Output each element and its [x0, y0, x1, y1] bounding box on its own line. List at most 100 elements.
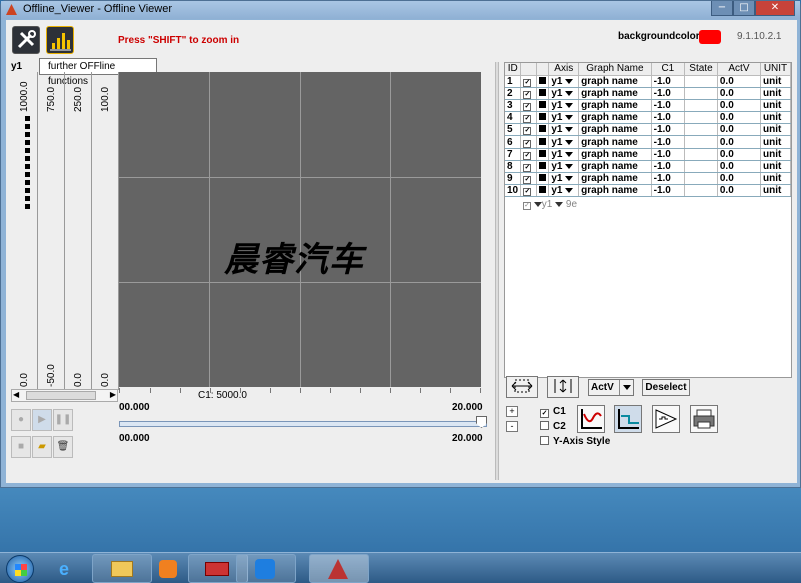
time-slider[interactable] [119, 421, 487, 427]
visible-checkbox[interactable]: ✓ [523, 115, 532, 124]
offline-functions-button[interactable] [46, 26, 74, 54]
table-row[interactable]: 4 ✓ y1 graph name -1.0 0.0 unit [505, 111, 791, 125]
deselect-button[interactable]: Deselect [642, 379, 690, 396]
expand-vertical-button[interactable] [547, 376, 579, 398]
c1-toggle[interactable]: ✓ C1 [540, 406, 566, 418]
pause-button[interactable]: ❚❚ [53, 409, 73, 431]
visible-checkbox[interactable]: ✓ [523, 176, 532, 185]
signal-button[interactable] [652, 405, 680, 433]
c2-checkbox[interactable] [540, 421, 549, 430]
color-swatch[interactable] [539, 113, 547, 121]
background-color-swatch[interactable] [699, 30, 721, 44]
settings-button[interactable] [12, 26, 40, 54]
table-row[interactable]: 5 ✓ y1 graph name -1.0 0.0 unit [505, 123, 791, 137]
split-divider[interactable] [495, 62, 499, 480]
delete-button[interactable]: 🗑 [53, 436, 73, 458]
y-axis-2-min: -50.0 [46, 364, 57, 387]
stop-button[interactable]: ■ [11, 436, 31, 458]
axis-dropdown-icon[interactable] [565, 151, 574, 157]
scroll-right-icon[interactable]: ▶ [110, 390, 116, 399]
axis-dropdown-icon[interactable] [565, 102, 574, 108]
color-swatch[interactable] [539, 137, 547, 145]
col-actv[interactable]: ActV [717, 63, 762, 76]
plot-area[interactable]: 晨睿汽车 [119, 72, 481, 387]
actv-select[interactable]: ActV [588, 379, 634, 396]
table-row[interactable]: 3 ✓ y1 graph name -1.0 0.0 unit [505, 99, 791, 113]
table-row[interactable]: 6 ✓ y1 graph name -1.0 0.0 unit [505, 135, 791, 149]
taskbar-offline-viewer[interactable] [309, 554, 369, 583]
color-swatch[interactable] [539, 186, 547, 194]
title-bar[interactable]: Offline_Viewer - Offline Viewer − □ ✕ [1, 1, 800, 19]
taskbar-teamviewer[interactable] [236, 554, 296, 583]
visible-checkbox[interactable]: ✓ [523, 139, 532, 148]
col-unit[interactable]: UNIT [760, 63, 791, 76]
col-axis[interactable]: Axis [548, 63, 580, 76]
minimize-button[interactable]: − [711, 1, 733, 16]
pause-icon: ❚❚ [54, 414, 72, 425]
table-row[interactable]: 10 ✓ y1 graph name -1.0 0.0 unit [505, 184, 791, 198]
step-view-button[interactable] [614, 405, 642, 433]
axis-dropdown-icon[interactable] [565, 78, 574, 84]
visible-checkbox[interactable]: ✓ [523, 78, 532, 87]
axis-dropdown-icon[interactable] [565, 115, 574, 121]
visible-checkbox[interactable]: ✓ [523, 90, 532, 99]
curve-view-button[interactable] [577, 405, 605, 433]
scroll-left-icon[interactable]: ◀ [13, 390, 19, 399]
print-button[interactable] [690, 405, 718, 433]
visible-checkbox[interactable]: ✓ [523, 163, 532, 172]
table-row[interactable]: 9 ✓ y1 graph name -1.0 0.0 unit [505, 172, 791, 186]
open-folder-button[interactable]: ▰ [32, 436, 52, 458]
trash-icon: 🗑 [56, 441, 70, 452]
visible-checkbox[interactable]: ✓ [523, 151, 532, 160]
col-graph-name[interactable]: Graph Name [578, 63, 652, 76]
app-window: Offline_Viewer - Offline Viewer − □ ✕ Pr… [0, 0, 801, 488]
y-axis-style-toggle[interactable]: Y-Axis Style [540, 436, 610, 447]
color-swatch[interactable] [539, 125, 547, 133]
maximize-button[interactable]: □ [733, 1, 755, 16]
y-axis-style-checkbox[interactable] [540, 436, 549, 445]
col-color[interactable] [536, 63, 550, 76]
col-c1[interactable]: C1 [651, 63, 686, 76]
color-swatch[interactable] [539, 100, 547, 108]
y-axis-3[interactable]: 250.0 0.0 [65, 72, 92, 390]
taskbar-ie[interactable]: e [40, 554, 100, 583]
c2-toggle[interactable]: C2 [540, 421, 566, 432]
start-button[interactable] [6, 555, 34, 583]
scroll-thumb[interactable] [26, 391, 96, 400]
axis-dropdown-icon[interactable] [565, 188, 574, 194]
table-row[interactable]: 8 ✓ y1 graph name -1.0 0.0 unit [505, 160, 791, 174]
col-id[interactable]: ID [505, 63, 522, 76]
axis-marker [25, 124, 30, 129]
expand-horizontal-button[interactable] [506, 376, 538, 398]
play-button[interactable]: ▶ [32, 409, 52, 431]
color-swatch[interactable] [539, 161, 547, 169]
axis-dropdown-icon[interactable] [565, 90, 574, 96]
record-button[interactable]: ● [11, 409, 31, 431]
table-row[interactable]: 1 ✓ y1 graph name -1.0 0.0 unit [505, 75, 791, 88]
axis-dropdown-icon[interactable] [565, 163, 574, 169]
axis-dropdown-icon[interactable] [565, 139, 574, 145]
folder-icon: ▰ [38, 441, 46, 452]
close-button[interactable]: ✕ [755, 1, 795, 16]
visible-checkbox[interactable]: ✓ [523, 102, 532, 111]
axis-scrollbar[interactable]: ◀ ▶ [11, 389, 118, 402]
color-swatch[interactable] [539, 149, 547, 157]
visible-checkbox[interactable]: ✓ [523, 188, 532, 197]
col-state[interactable]: State [684, 63, 718, 76]
remove-axis-button[interactable]: - [506, 421, 518, 432]
axis-dropdown-icon[interactable] [565, 127, 574, 133]
y-axis-1[interactable]: 1000.0 0.0 [11, 72, 38, 390]
table-row[interactable]: 7 ✓ y1 graph name -1.0 0.0 unit [505, 148, 791, 161]
c1-checkbox[interactable]: ✓ [540, 409, 549, 418]
visible-checkbox[interactable]: ✓ [523, 127, 532, 136]
add-axis-button[interactable]: + [506, 406, 518, 417]
table-row[interactable]: 2 ✓ y1 graph name -1.0 0.0 unit [505, 87, 791, 100]
color-swatch[interactable] [539, 174, 547, 182]
axis-marker [25, 196, 30, 201]
color-swatch[interactable] [539, 76, 547, 84]
y-axis-2[interactable]: 750.0 -50.0 [38, 72, 65, 390]
color-swatch[interactable] [539, 88, 547, 96]
axis-dropdown-icon[interactable] [565, 176, 574, 182]
y-axis-4[interactable]: 100.0 0.0 [92, 72, 119, 390]
col-visible[interactable] [520, 63, 538, 76]
